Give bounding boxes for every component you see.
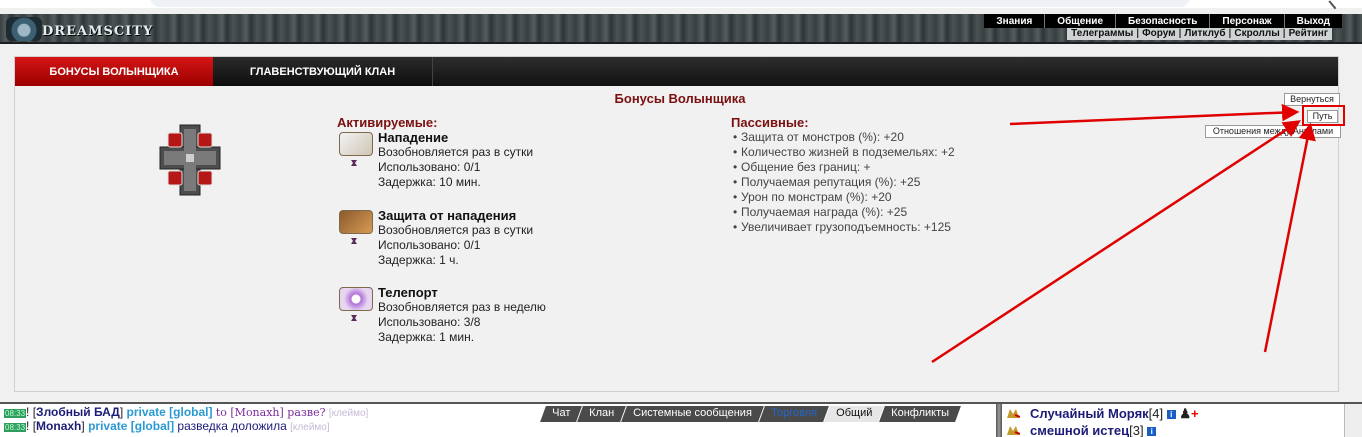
- chat-nick[interactable]: Monaxh: [36, 419, 81, 433]
- list-item[interactable]: Случайный Моряк[4] i ♟+: [1004, 406, 1344, 423]
- chat-splitter[interactable]: [996, 404, 1002, 437]
- list-item: Получаемая репутация (%): +25: [731, 175, 1071, 190]
- chat-tab-general[interactable]: Общий: [824, 406, 885, 422]
- skill-delay: Задержка: 10 мин.: [378, 175, 481, 189]
- skill-used: Использовано: 3/8: [378, 315, 481, 329]
- menu-item-character[interactable]: Персонаж: [1209, 14, 1283, 28]
- player-level: [3]: [1129, 423, 1144, 437]
- chat-tab-system[interactable]: Системные сообщения: [621, 406, 764, 422]
- chat-stamp: [клеймо]: [290, 422, 330, 433]
- chat-private-tag[interactable]: private [global]: [126, 405, 212, 419]
- angel-relations-button[interactable]: Отношения между Ангелами: [1205, 125, 1341, 138]
- skill-renew: Возобновляется раз в сутки: [378, 145, 534, 159]
- bonuses-panel: БОНУСЫ ВОЛЫНЩИКА ГЛАВЕНСТВУЮЩИЙ КЛАН Бон…: [14, 56, 1345, 392]
- address-bar-edge: [150, 0, 1190, 7]
- annotation-highlight-box: [1302, 105, 1345, 126]
- chat-tab-chat[interactable]: Чат: [540, 406, 583, 422]
- online-players-list: Случайный Моряк[4] i ♟+ смешной истец[3]…: [1004, 406, 1344, 437]
- info-icon[interactable]: i: [1147, 427, 1157, 437]
- menu-item-knowledge[interactable]: Знания: [984, 14, 1044, 28]
- active-bonuses-section: Активируемые: Нападение Возобновляется р…: [337, 115, 597, 344]
- clan-badge-icon: [1007, 426, 1020, 435]
- list-item[interactable]: смешной истец[3] i: [1004, 423, 1344, 437]
- page-title: Бонусы Волынщика: [614, 91, 746, 106]
- tab-bonuses[interactable]: БОНУСЫ ВОЛЫНЩИКА: [15, 57, 213, 86]
- user-plus-icon[interactable]: ♟+: [1179, 406, 1198, 421]
- panel-tabs: БОНУСЫ ВОЛЫНЩИКА ГЛАВЕНСТВУЮЩИЙ КЛАН: [15, 57, 1338, 86]
- skill-renew: Возобновляется раз в сутки: [378, 223, 534, 237]
- list-item: Защита от монстров (%): +20: [731, 130, 1071, 145]
- submenu-forum[interactable]: Форум: [1142, 28, 1175, 40]
- attack-scroll-icon[interactable]: [339, 132, 373, 156]
- info-icon[interactable]: i: [1166, 410, 1176, 420]
- chat-message: 08:33! [Monaxh] private [global] разведк…: [4, 419, 330, 433]
- passive-bonuses-title: Пассивные:: [731, 115, 809, 130]
- game-header: DREAMSCITY Знания Общение Безопасность П…: [0, 14, 1362, 44]
- submenu-telegrams[interactable]: Телеграммы: [1071, 28, 1133, 40]
- sub-menu: Телеграммы | Форум | Литклуб | Скроллы | Рей…: [1067, 28, 1332, 40]
- clan-badge-icon: [1007, 409, 1020, 418]
- skill-delay: Задержка: 1 ч.: [378, 253, 459, 267]
- list-item: Увеличивает грузоподъемность: +125: [731, 220, 1071, 235]
- list-item: Получаемая награда (%): +25: [731, 205, 1071, 220]
- menu-item-security[interactable]: Безопасность: [1115, 14, 1209, 28]
- browser-corner-icon: [1328, 0, 1346, 10]
- defense-scroll-icon[interactable]: [339, 210, 373, 234]
- submenu-rating[interactable]: Рейтинг: [1289, 28, 1328, 40]
- active-bonuses-title: Активируемые:: [337, 115, 438, 130]
- chat-stamp: [клеймо]: [328, 408, 369, 419]
- menu-item-communication[interactable]: Общение: [1044, 14, 1115, 28]
- skill-mark-icon: [351, 315, 357, 321]
- chat-message: 08:33! [Злобный БАД] private [global] to…: [4, 405, 369, 419]
- chat-private-tag[interactable]: private [global]: [88, 419, 174, 433]
- chat-text: разведка доложила: [177, 419, 287, 433]
- chat-time[interactable]: 08:33: [4, 409, 27, 418]
- logo-text: DREAMSCITY: [42, 24, 154, 39]
- skill-used: Использовано: 0/1: [378, 238, 481, 252]
- tab-ruling-clan[interactable]: ГЛАВЕНСТВУЮЩИЙ КЛАН: [213, 57, 433, 86]
- menu-item-exit[interactable]: Выход: [1283, 14, 1342, 28]
- browser-strip: [0, 0, 1362, 10]
- top-menu: Знания Общение Безопасность Персонаж Вых…: [984, 14, 1342, 28]
- logo[interactable]: DREAMSCITY: [6, 15, 152, 43]
- passive-bonus-list: Защита от монстров (%): +20 Количество ж…: [731, 130, 1071, 235]
- skill-mark-icon: [351, 160, 357, 166]
- skill-name[interactable]: Защита от нападения: [378, 208, 533, 223]
- skill-delay: Задержка: 1 мин.: [378, 330, 475, 344]
- chat-area: 08:33! [Злобный БАД] private [global] to…: [0, 402, 1362, 437]
- chat-log: 08:33! [Злобный БАД] private [global] to…: [4, 405, 544, 433]
- chat-tab-clan[interactable]: Клан: [577, 406, 627, 422]
- cross-emblem-icon: [159, 124, 221, 196]
- submenu-scrolls[interactable]: Скроллы: [1234, 28, 1279, 40]
- chat-recipient[interactable]: to [Monaxh] разве?: [216, 406, 326, 419]
- skill-renew: Возобновляется раз в неделю: [378, 300, 546, 314]
- submenu-litclub[interactable]: Литклуб: [1184, 28, 1225, 40]
- chat-time[interactable]: 08:33: [4, 423, 27, 432]
- chat-tabs: Чат Клан Системные сообщения Торговля Об…: [540, 406, 961, 422]
- player-name[interactable]: смешной истец: [1030, 423, 1129, 437]
- player-name[interactable]: Случайный Моряк: [1030, 406, 1149, 421]
- chat-nick[interactable]: Злобный БАД: [36, 405, 120, 419]
- scrollbar[interactable]: [1344, 404, 1362, 437]
- list-item: Общение без границ: +: [731, 160, 1071, 175]
- chat-tab-conflicts[interactable]: Конфликты: [879, 406, 961, 422]
- list-item: Урон по монстрам (%): +20: [731, 190, 1071, 205]
- skill-used: Использовано: 0/1: [378, 160, 481, 174]
- list-item: Количество жизней в подземельях: +2: [731, 145, 1071, 160]
- logo-emblem-icon: [6, 17, 42, 41]
- skill-mark-icon: [351, 238, 357, 244]
- skill-name[interactable]: Нападение: [378, 130, 533, 145]
- player-level: [4]: [1148, 406, 1164, 421]
- teleport-scroll-icon[interactable]: [339, 287, 373, 311]
- chat-tab-trade[interactable]: Торговля: [759, 406, 829, 422]
- passive-bonuses-section: Пассивные: Защита от монстров (%): +20 К…: [731, 115, 1071, 235]
- skill-name[interactable]: Телепорт: [378, 285, 546, 300]
